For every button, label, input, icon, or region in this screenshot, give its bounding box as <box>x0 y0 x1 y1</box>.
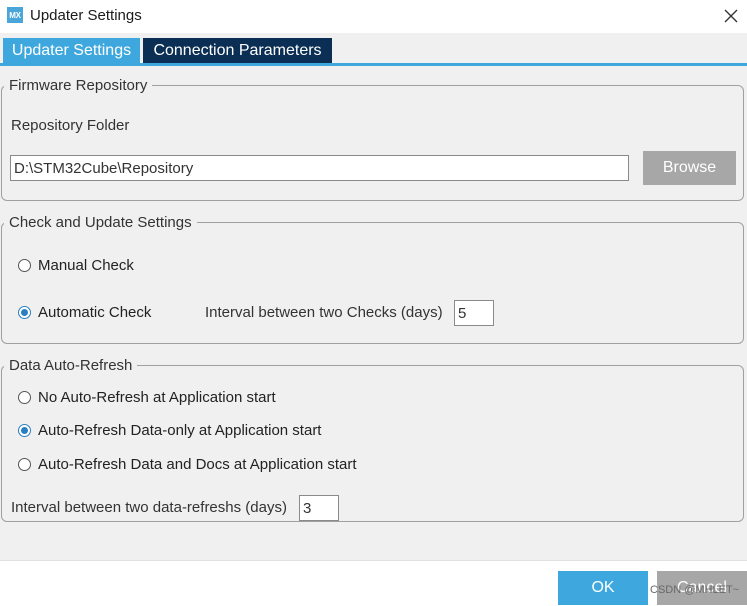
watermark-text: CSDN @MHLET~ <box>650 584 740 596</box>
no-auto-refresh-label[interactable]: No Auto-Refresh at Application start <box>38 389 276 406</box>
check-update-group: Check and Update Settings <box>1 214 744 344</box>
app-logo-icon: MX <box>7 7 23 23</box>
tab-connection-parameters[interactable]: Connection Parameters <box>143 38 332 63</box>
window-title: Updater Settings <box>30 7 142 24</box>
repository-folder-input[interactable] <box>10 155 629 181</box>
ok-button[interactable]: OK <box>558 571 648 605</box>
tab-updater-settings[interactable]: Updater Settings <box>3 38 140 63</box>
browse-button[interactable]: Browse <box>643 151 736 185</box>
title-bar: MX Updater Settings <box>0 0 747 33</box>
manual-check-label[interactable]: Manual Check <box>38 257 134 274</box>
close-button[interactable] <box>718 3 744 29</box>
firmware-repository-group: Firmware Repository <box>1 77 744 201</box>
check-interval-input[interactable] <box>454 300 494 326</box>
auto-refresh-data-docs-radio[interactable] <box>18 458 31 471</box>
check-update-legend: Check and Update Settings <box>9 214 192 231</box>
refresh-interval-label: Interval between two data-refreshs (days… <box>11 499 287 516</box>
automatic-check-label[interactable]: Automatic Check <box>38 304 151 321</box>
close-icon <box>724 9 738 23</box>
no-auto-refresh-radio[interactable] <box>18 391 31 404</box>
check-interval-label: Interval between two Checks (days) <box>205 304 443 321</box>
data-auto-refresh-legend: Data Auto-Refresh <box>9 357 133 374</box>
repository-folder-label: Repository Folder <box>11 117 130 134</box>
automatic-check-radio[interactable] <box>18 306 31 319</box>
auto-refresh-data-only-label[interactable]: Auto-Refresh Data-only at Application st… <box>38 422 321 439</box>
data-auto-refresh-group: Data Auto-Refresh <box>1 357 744 522</box>
refresh-interval-input[interactable] <box>299 495 339 521</box>
firmware-repository-legend: Firmware Repository <box>9 77 148 94</box>
auto-refresh-data-docs-label[interactable]: Auto-Refresh Data and Docs at Applicatio… <box>38 456 357 473</box>
manual-check-radio[interactable] <box>18 259 31 272</box>
auto-refresh-data-only-radio[interactable] <box>18 424 31 437</box>
